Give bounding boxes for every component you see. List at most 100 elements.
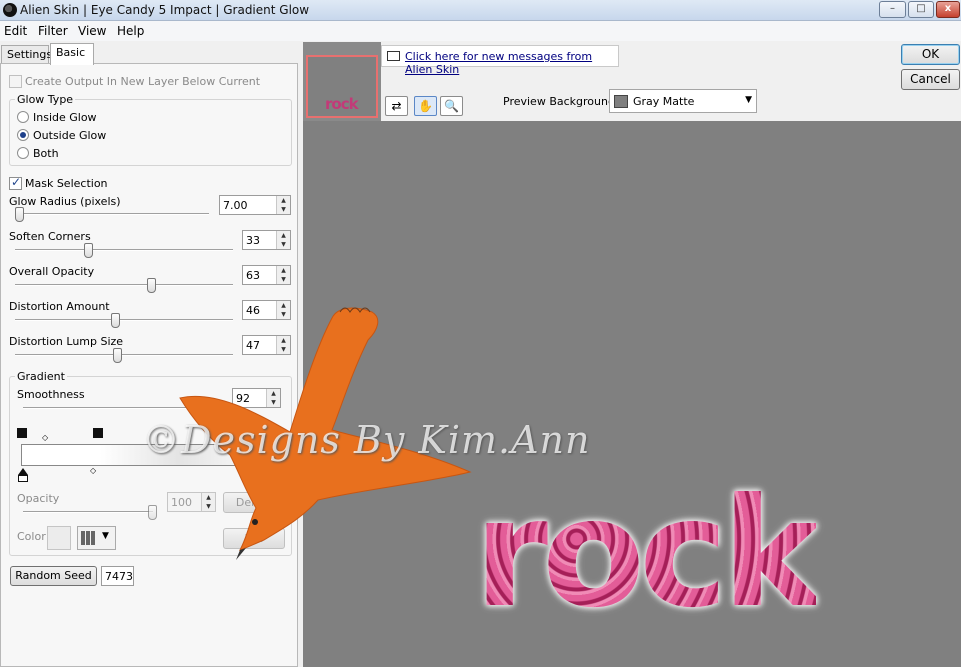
close-button[interactable]: x	[936, 1, 960, 18]
both-radio[interactable]	[17, 147, 29, 159]
chevron-down-icon: ▼	[745, 95, 752, 105]
spin-arrows-icon[interactable]: ▲ ▼	[276, 266, 290, 284]
midpoint-diamond-icon[interactable]: ◇	[90, 466, 96, 475]
menu-edit[interactable]: Edit	[4, 24, 27, 38]
glow-radius-thumb[interactable]	[15, 207, 24, 222]
preview-rock-text: rock	[474, 467, 822, 641]
color-stop-marker-icon[interactable]	[17, 428, 27, 438]
mask-selection-label: Mask Selection	[25, 177, 108, 190]
grid-icon	[81, 531, 96, 545]
spin-arrows-icon[interactable]: ▲ ▼	[276, 196, 290, 214]
overall-opacity-thumb[interactable]	[146, 278, 156, 293]
alien-skin-icon	[3, 3, 17, 17]
soften-corners-track	[15, 249, 233, 251]
distortion-amount-track	[15, 319, 233, 321]
title-bar: Alien Skin | Eye Candy 5 Impact | Gradie…	[0, 0, 961, 21]
random-seed-field[interactable]: 7473	[101, 566, 134, 586]
smoothness-track	[23, 407, 223, 409]
overall-opacity-value: 63	[246, 269, 260, 282]
distortion-lump-field[interactable]: 47 ▲ ▼	[242, 335, 291, 355]
d-button[interactable]: D...	[223, 528, 285, 549]
color-picker-dropdown[interactable]: ▼	[77, 526, 116, 550]
menu-bar: Edit Filter View Help	[0, 21, 961, 41]
preview-background-select[interactable]: Gray Matte ▼	[609, 89, 757, 113]
background-swatch	[614, 95, 628, 108]
maximize-button[interactable]: □	[908, 1, 934, 18]
message-icon	[387, 51, 400, 61]
smoothness-thumb[interactable]	[201, 401, 210, 416]
spin-arrows-icon[interactable]: ▲ ▼	[276, 231, 290, 249]
color-label: Color	[17, 530, 46, 543]
distortion-amount-thumb[interactable]	[111, 313, 121, 328]
distortion-lump-thumb[interactable]	[113, 348, 123, 363]
glow-radius-value: 7.00	[223, 199, 248, 212]
create-output-checkbox[interactable]	[9, 75, 22, 88]
opacity-label: Opacity	[17, 492, 60, 505]
tab-settings[interactable]: Settings	[1, 45, 52, 64]
outside-glow-radio[interactable]	[17, 129, 29, 141]
opacity-value: 100	[171, 496, 192, 509]
midpoint-diamond-icon[interactable]: ◇	[42, 433, 48, 442]
navigator-thumbnail[interactable]: rock	[306, 55, 378, 118]
opacity-thumb[interactable]	[148, 505, 157, 520]
spin-arrows-icon[interactable]: ▲ ▼	[276, 336, 290, 354]
opacity-track	[23, 511, 153, 513]
distortion-amount-value: 46	[246, 304, 260, 317]
overall-opacity-track	[15, 284, 233, 286]
overall-opacity-label: Overall Opacity	[9, 265, 95, 278]
opacity-stop-marker-icon[interactable]	[18, 468, 28, 475]
ok-button[interactable]: OK	[901, 44, 960, 65]
both-label: Both	[33, 147, 59, 160]
preview-background-label: Preview Background:	[503, 95, 619, 108]
toggle-preview-icon[interactable]: ⇄	[385, 96, 408, 116]
chevron-down-icon: ▼	[102, 531, 109, 541]
preview-background-value: Gray Matte	[633, 95, 695, 108]
glow-type-title: Glow Type	[15, 93, 76, 106]
soften-corners-label: Soften Corners	[9, 230, 91, 243]
spin-arrows-icon[interactable]: ▲ ▼	[266, 389, 280, 407]
delete-button[interactable]: Delete	[223, 492, 285, 513]
distortion-amount-field[interactable]: 46 ▲ ▼	[242, 300, 291, 320]
soften-corners-field[interactable]: 33 ▲ ▼	[242, 230, 291, 250]
hand-tool-icon[interactable]: ✋	[414, 96, 437, 116]
mask-selection-checkbox[interactable]	[9, 175, 22, 190]
distortion-lump-label: Distortion Lump Size	[9, 335, 124, 348]
gradient-title: Gradient	[15, 370, 67, 383]
glow-radius-label: Glow Radius (pixels)	[9, 195, 121, 208]
soften-corners-value: 33	[246, 234, 260, 247]
inside-glow-label: Inside Glow	[33, 111, 97, 124]
color-swatch[interactable]	[47, 526, 71, 550]
opacity-stop-box[interactable]	[18, 475, 28, 482]
inside-glow-radio[interactable]	[17, 111, 29, 123]
smoothness-label: Smoothness	[17, 388, 85, 401]
thumbnail-text: rock	[325, 95, 359, 113]
glow-radius-field[interactable]: 7.00 ▲ ▼	[219, 195, 291, 215]
basic-settings-panel: Create Output In New Layer Below Current…	[0, 63, 298, 667]
watermark-text: ©Designs By Kim.Ann	[142, 418, 591, 462]
color-stop-marker-icon[interactable]	[93, 428, 103, 438]
preview-canvas[interactable]: rock	[303, 121, 961, 667]
messages-link[interactable]: Click here for new messages from Alien S…	[381, 45, 619, 76]
menu-help[interactable]: Help	[117, 24, 144, 38]
window-title: Alien Skin | Eye Candy 5 Impact | Gradie…	[20, 3, 310, 17]
soften-corners-thumb[interactable]	[83, 243, 93, 258]
distortion-amount-label: Distortion Amount	[9, 300, 110, 313]
messages-link-text: Click here for new messages from Alien S…	[405, 50, 593, 76]
random-seed-button[interactable]: Random Seed	[10, 566, 97, 586]
menu-filter[interactable]: Filter	[38, 24, 68, 38]
cancel-button[interactable]: Cancel	[901, 69, 960, 90]
smoothness-value: 92	[236, 392, 250, 405]
smoothness-field[interactable]: 92 ▲ ▼	[232, 388, 281, 408]
outside-glow-label: Outside Glow	[33, 129, 107, 142]
create-output-label: Create Output In New Layer Below Current	[25, 75, 261, 88]
tab-basic[interactable]: Basic	[50, 43, 94, 65]
distortion-lump-value: 47	[246, 339, 260, 352]
spin-arrows-icon[interactable]: ▲ ▼	[201, 493, 215, 511]
spin-arrows-icon[interactable]: ▲ ▼	[276, 301, 290, 319]
minimize-button[interactable]: –	[879, 1, 906, 18]
glow-radius-track	[15, 213, 209, 215]
overall-opacity-field[interactable]: 63 ▲ ▼	[242, 265, 291, 285]
zoom-tool-icon[interactable]: 🔍	[440, 96, 463, 116]
menu-view[interactable]: View	[78, 24, 106, 38]
opacity-field[interactable]: 100 ▲ ▼	[167, 492, 216, 512]
